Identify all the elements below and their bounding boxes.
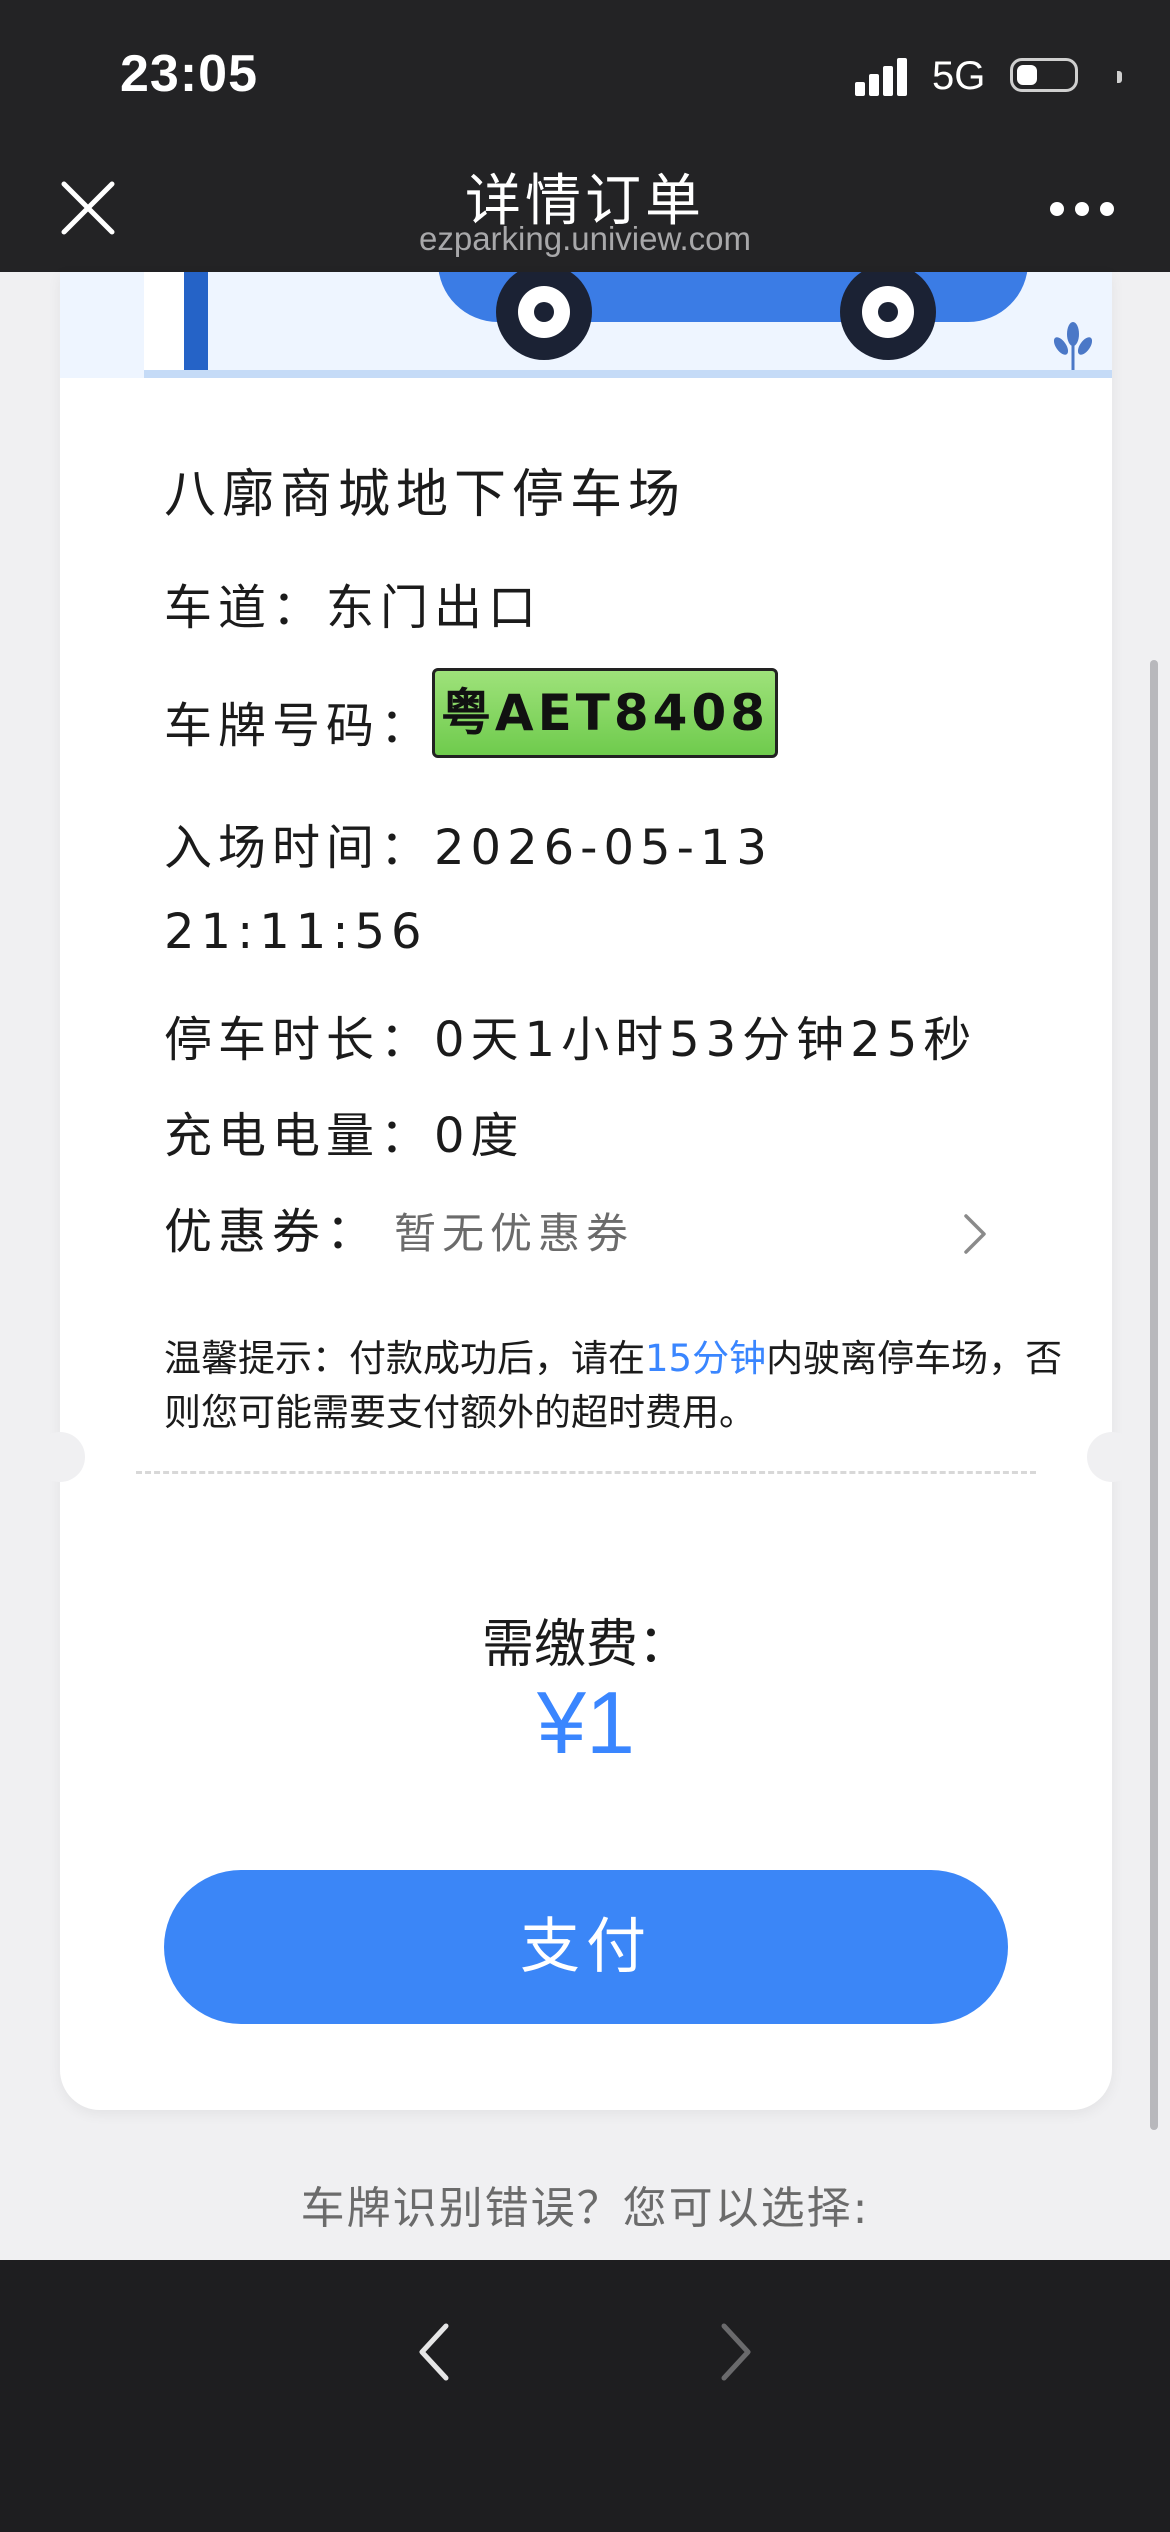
dashed-divider	[136, 1471, 1036, 1474]
back-icon[interactable]	[414, 2320, 454, 2384]
plate-error-hint: 车牌识别错误？您可以选择:	[300, 2183, 870, 2234]
order-card: 八廓商城地下停车场 车道：东门出口 车牌号码： 粤AET8408 入场时间：20…	[35, 272, 1137, 2110]
browser-toolbar	[0, 2260, 1170, 2532]
nav-bar: 详情订单 ezparking.uniview.com	[0, 150, 1170, 272]
coupon-row[interactable]: 优惠券： 暂无优惠券	[164, 1192, 634, 1262]
entry-label: 入场时间：	[164, 820, 435, 876]
coupon-label: 优惠券：	[164, 1204, 381, 1260]
battery-icon	[1010, 58, 1122, 92]
scrollbar[interactable]	[1150, 660, 1158, 2130]
notice-prefix: 温馨提示：付款成功后，请在	[164, 1337, 645, 1380]
forward-icon[interactable]	[716, 2320, 756, 2384]
status-time: 23:05	[120, 45, 258, 103]
banner-divider	[144, 370, 1112, 378]
coupon-value[interactable]: 暂无优惠券	[394, 1209, 634, 1258]
duration-label: 停车时长：	[164, 1012, 435, 1068]
gate-pole-blue	[184, 272, 208, 378]
entry-time: 21:11:56	[164, 904, 428, 960]
duration-row: 停车时长：0天1小时53分钟25秒	[164, 1000, 977, 1070]
charge-label: 充电电量：	[164, 1108, 435, 1164]
charge-row: 充电电量：0度	[164, 1096, 525, 1166]
page-url: ezparking.uniview.com	[419, 220, 751, 257]
more-icon[interactable]	[1050, 202, 1114, 218]
gate-pole	[144, 272, 184, 378]
notice-highlight: 15分钟	[645, 1337, 767, 1380]
notice-text: 温馨提示：付款成功后，请在15分钟内驶离停车场，否则您可能需要支付额外的超时费用…	[164, 1332, 1064, 1440]
duration-value: 0天1小时53分钟25秒	[434, 1012, 978, 1068]
ticket-notch-left	[35, 1432, 85, 1482]
pay-button[interactable]: 支付	[164, 1870, 1008, 2024]
chevron-right-icon[interactable]	[960, 1212, 990, 1256]
license-plate: 粤AET8408	[432, 668, 778, 758]
lane-label: 车道：	[164, 580, 327, 636]
signal-icon	[855, 56, 915, 96]
ticket-notch-right	[1087, 1432, 1137, 1482]
entry-date: 2026-05-13	[434, 820, 773, 876]
parking-lot-name: 八廓商城地下停车场	[164, 465, 687, 525]
charge-value: 0度	[434, 1108, 525, 1164]
amount-due-label: 需缴费：	[481, 1615, 690, 1675]
plant-icon	[1053, 322, 1093, 370]
status-bar: 23:05 5G	[0, 0, 1170, 150]
banner-illustration	[60, 272, 1112, 378]
amount-due-value: ¥1	[537, 1673, 635, 1772]
lane-value: 东门出口	[326, 580, 543, 636]
entry-row: 入场时间：2026-05-13	[164, 808, 773, 878]
car-wheel-icon	[496, 272, 592, 360]
plate-label: 车牌号码：	[164, 698, 435, 754]
lane-row: 车道：东门出口	[164, 568, 542, 638]
network-type: 5G	[932, 54, 986, 98]
car-wheel-icon	[840, 272, 936, 360]
